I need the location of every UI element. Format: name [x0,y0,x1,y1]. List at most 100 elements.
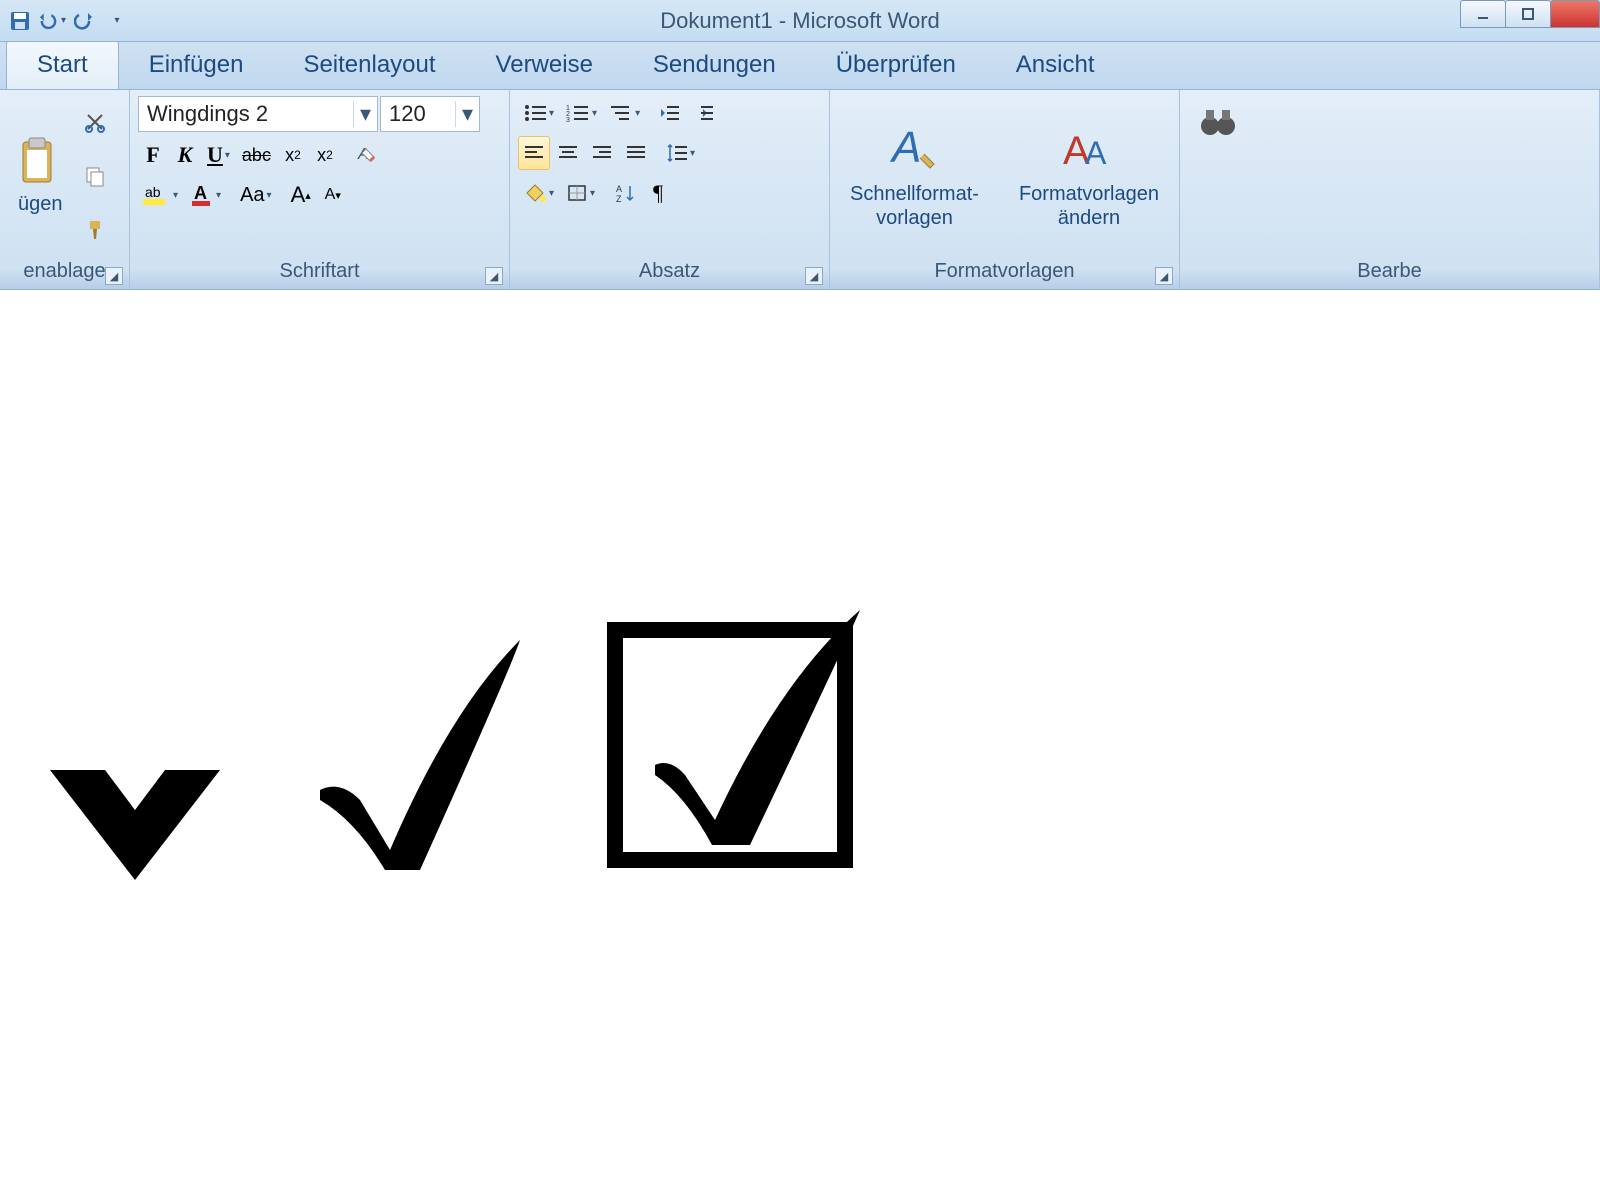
align-center-button[interactable] [552,136,584,170]
sort-icon: AZ [614,183,636,203]
align-center-icon [557,144,579,162]
shrink-font-button[interactable]: A▾ [318,178,348,212]
redo-button[interactable] [70,7,98,35]
maximize-button[interactable] [1505,0,1551,28]
clipboard-launcher[interactable]: ◢ [105,267,123,285]
font-color-icon: A [190,183,214,207]
quick-styles-button[interactable]: A Schnellformat- vorlagen [840,116,989,236]
paste-button[interactable]: ügen [8,96,73,256]
bold-button[interactable]: F [138,138,168,172]
multilevel-list-button[interactable]: ▾ [604,96,645,130]
tab-ueberpruefen[interactable]: Überprüfen [806,41,986,89]
paragraph-launcher[interactable]: ◢ [805,267,823,285]
superscript-button[interactable]: x2 [310,138,340,172]
minimize-button[interactable] [1460,0,1506,28]
paint-bucket-icon [523,183,547,203]
numbering-button[interactable]: 123▾ [561,96,602,130]
heavy-check-glyph [40,710,230,880]
eraser-icon: A [354,143,378,167]
number-list-icon: 123 [566,103,590,123]
chevron-down-icon: ▾ [61,15,66,26]
change-case-button[interactable]: Aa▾ [235,178,277,212]
shading-button[interactable]: ▾ [518,176,559,210]
subscript-button[interactable]: x2 [278,138,308,172]
tab-seitenlayout[interactable]: Seitenlayout [273,41,465,89]
outdent-icon [659,103,681,123]
font-family-combo[interactable]: Wingdings 2 ▾ [138,96,378,132]
editing-group-label: Bearbe [1188,256,1591,285]
tab-sendungen[interactable]: Sendungen [623,41,806,89]
tab-einfuegen[interactable]: Einfügen [119,41,274,89]
font-size-value: 120 [381,101,455,127]
line-spacing-button[interactable]: ▾ [661,136,700,170]
brush-icon [84,219,106,241]
find-button[interactable] [1188,96,1248,148]
quick-styles-label: Schnellformat- vorlagen [850,182,979,230]
styles-launcher[interactable]: ◢ [1155,267,1173,285]
clear-formatting-button[interactable]: A [349,138,383,172]
align-right-icon [591,144,613,162]
bullet-list-icon [523,103,547,123]
undo-button[interactable]: ▾ [38,7,66,35]
borders-icon [566,183,588,203]
borders-button[interactable]: ▾ [561,176,600,210]
quick-styles-icon: A [886,122,942,178]
font-color-button[interactable]: A▾ [185,178,226,212]
highlighter-icon: ab [143,183,171,207]
svg-text:A: A [889,123,921,172]
increase-indent-button[interactable] [688,96,720,130]
justify-icon [625,144,647,162]
indent-icon [693,103,715,123]
change-styles-icon: A A [1061,122,1117,178]
chevron-down-icon: ▾ [455,101,479,127]
sort-button[interactable]: AZ [609,176,641,210]
align-left-button[interactable] [518,136,550,170]
paste-label: ügen [18,192,63,216]
binoculars-icon [1198,102,1238,142]
clipboard-icon [19,136,61,188]
window-title: Dokument1 - Microsoft Word [660,8,940,34]
align-right-button[interactable] [586,136,618,170]
tab-ansicht[interactable]: Ansicht [986,41,1125,89]
font-group-label: Schriftart [138,256,501,285]
tab-verweise[interactable]: Verweise [466,41,623,89]
svg-text:ab: ab [145,184,161,200]
group-editing: Bearbe [1180,90,1600,289]
qat-customize[interactable]: ▾ [102,7,130,35]
format-painter-button[interactable] [79,213,111,247]
highlight-button[interactable]: ab▾ [138,178,183,212]
align-left-icon [523,144,545,162]
decrease-indent-button[interactable] [654,96,686,130]
svg-text:A: A [1085,135,1107,171]
group-paragraph: ▾ 123▾ ▾ ▾ ▾ ▾ AZ ¶ [510,90,830,289]
tab-start[interactable]: Start [6,40,119,89]
cut-button[interactable] [79,105,111,139]
copy-button[interactable] [79,159,111,193]
paragraph-group-label: Absatz [518,256,821,285]
svg-text:Z: Z [616,194,622,203]
save-icon[interactable] [6,7,34,35]
document-area[interactable] [0,290,1600,1202]
bullets-button[interactable]: ▾ [518,96,559,130]
check-glyph [300,620,530,880]
scissors-icon [84,111,106,133]
change-styles-button[interactable]: A A Formatvorlagen ändern [1009,116,1169,236]
svg-text:A: A [194,183,207,203]
justify-button[interactable] [620,136,652,170]
font-size-combo[interactable]: 120 ▾ [380,96,480,132]
underline-button[interactable]: U▾ [202,138,235,172]
chevron-down-icon: ▾ [353,101,377,127]
boxed-check-glyph [600,590,880,880]
line-spacing-icon [666,143,688,163]
italic-button[interactable]: K [170,138,200,172]
document-content [40,590,880,880]
show-marks-button[interactable]: ¶ [643,176,673,210]
quick-access-toolbar: ▾ ▾ [0,7,130,35]
close-button[interactable] [1550,0,1600,28]
change-styles-label: Formatvorlagen ändern [1019,182,1159,230]
svg-text:3: 3 [566,117,570,123]
grow-font-button[interactable]: A▴ [286,178,316,212]
pilcrow-icon: ¶ [653,180,663,206]
font-launcher[interactable]: ◢ [485,267,503,285]
strikethrough-button[interactable]: abc [237,138,276,172]
